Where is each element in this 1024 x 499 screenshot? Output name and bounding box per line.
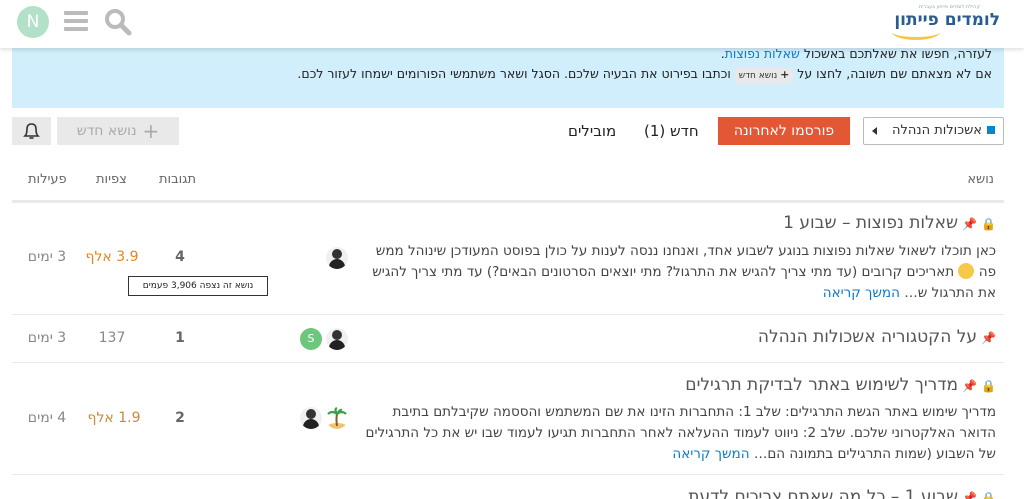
category-color-icon bbox=[987, 126, 995, 134]
banner-text: וכתבו בפירוט את הבעיה שלכם. הסגל ושאר מש… bbox=[297, 66, 735, 81]
topic-excerpt: כאן תוכלו לשאול שאלות נפוצות בנוגע לשבוע… bbox=[356, 241, 996, 304]
reply-count[interactable]: 2 bbox=[172, 410, 188, 426]
poster-avatar[interactable] bbox=[326, 247, 348, 269]
hamburger-menu-icon[interactable] bbox=[64, 11, 88, 31]
activity-age[interactable]: 4 ימים bbox=[26, 410, 68, 426]
banner-text: אם לא מצאתם שם תשובה, לחצו על bbox=[793, 66, 992, 81]
lock-icon: 🔒 bbox=[981, 379, 996, 393]
pin-icon: 📌 bbox=[962, 379, 978, 393]
user-avatar[interactable]: N bbox=[17, 6, 49, 38]
read-more-link[interactable]: המשך קריאה bbox=[672, 446, 749, 462]
topic-list-header: נושא תגובות צפיות פעילות bbox=[0, 168, 1024, 192]
smile-emoji-icon bbox=[958, 263, 975, 279]
plus-icon: + bbox=[142, 119, 160, 143]
logo-swoosh bbox=[892, 24, 940, 40]
topic-title-text: על הקטגוריה אשכולות הנהלה bbox=[757, 327, 978, 347]
topic-title-text: שבוע 1 – כל מה שאתם צריכים לדעת bbox=[688, 487, 959, 499]
category-dropdown[interactable]: אשכולות הנהלה bbox=[863, 117, 1004, 145]
tab-top[interactable]: מובילים bbox=[568, 117, 616, 145]
reply-count[interactable]: 4 bbox=[172, 249, 188, 265]
faq-link[interactable]: שאלות נפוצות bbox=[725, 46, 800, 61]
topic-title[interactable]: 🔒📌שבוע 1 – כל מה שאתם צריכים לדעת bbox=[688, 487, 996, 499]
topic-excerpt: מדריך שימוש באתר הגשת התרגילים: שלב 1: ה… bbox=[356, 402, 996, 465]
poster-avatar[interactable] bbox=[300, 407, 322, 429]
kbd-label: נושא חדש bbox=[738, 71, 778, 81]
new-topic-label: נושא חדש bbox=[76, 123, 137, 139]
posters bbox=[326, 247, 350, 269]
activity-age[interactable]: 3 ימים bbox=[26, 249, 68, 265]
topic-nav: אשכולות הנהלה פורסמו לאחרונה חדש (1) מוב… bbox=[0, 116, 1024, 148]
read-more-link[interactable]: המשך קריאה bbox=[823, 285, 900, 301]
new-topic-button[interactable]: + נושא חדש bbox=[57, 117, 179, 145]
lock-icon: 🔒 bbox=[981, 491, 996, 499]
posters bbox=[300, 407, 350, 429]
poster-avatar[interactable] bbox=[326, 328, 348, 350]
views-tooltip: נושא זה נצפה 3,906 פעמים bbox=[128, 276, 268, 296]
tab-latest[interactable]: פורסמו לאחרונה bbox=[718, 117, 850, 145]
topic-title[interactable]: 📌על הקטגוריה אשכולות הנהלה bbox=[758, 327, 996, 347]
topic-title-text: מדריך לשימוש באתר לבדיקת תרגילים bbox=[685, 375, 959, 395]
col-replies[interactable]: תגובות bbox=[159, 172, 196, 187]
banner-text: לעזרה, חפשו את שאלתכם באשכול bbox=[799, 46, 992, 61]
new-topic-kbd: + נושא חדש bbox=[734, 68, 794, 83]
category-label: אשכולות הנהלה bbox=[892, 123, 982, 138]
view-count: 3.9 אלף bbox=[85, 249, 139, 265]
view-count: 1.9 אלף bbox=[87, 410, 141, 426]
tab-new[interactable]: חדש (1) bbox=[644, 117, 699, 145]
col-topic[interactable]: נושא bbox=[967, 172, 994, 187]
search-icon[interactable] bbox=[104, 8, 132, 36]
topic-title-text: שאלות נפוצות – שבוע 1 bbox=[783, 213, 959, 233]
lock-icon: 🔒 bbox=[981, 217, 996, 231]
table-row[interactable]: 🔒📌שבוע 1 – כל מה שאתם צריכים לדעת bbox=[12, 475, 1004, 499]
notification-button[interactable] bbox=[12, 117, 51, 145]
pin-icon: 📌 bbox=[981, 331, 996, 345]
view-count: 137 bbox=[98, 330, 126, 346]
site-logo[interactable]: קהילת לומדים פייתון בעברית לומדים פייתון bbox=[892, 4, 1000, 40]
topic-title[interactable]: 🔒📌מדריך לשימוש באתר לבדיקת תרגילים bbox=[685, 375, 996, 395]
table-row[interactable]: 📌על הקטגוריה אשכולות הנהלה S 1 137 3 ימי… bbox=[12, 315, 1004, 363]
palm-tree-avatar-icon[interactable] bbox=[326, 407, 348, 429]
topic-title[interactable]: 🔒📌שאלות נפוצות – שבוע 1 bbox=[783, 213, 996, 233]
bell-icon bbox=[23, 123, 40, 139]
plus-icon: + bbox=[780, 68, 790, 81]
posters: S bbox=[300, 328, 350, 350]
pin-icon: 📌 bbox=[962, 217, 978, 231]
help-banner: לעזרה, חפשו את שאלתכם באשכול שאלות נפוצו… bbox=[12, 40, 1004, 108]
table-row[interactable]: 🔒📌שאלות נפוצות – שבוע 1 כאן תוכלו לשאול … bbox=[12, 203, 1004, 315]
banner-line-2: אם לא מצאתם שם תשובה, לחצו על + נושא חדש… bbox=[24, 64, 992, 84]
excerpt-text: תאריכים קרובים (עד מתי צריך להגיש את התר… bbox=[372, 264, 996, 301]
col-activity[interactable]: פעילות bbox=[28, 172, 67, 187]
col-views[interactable]: צפיות bbox=[96, 172, 127, 187]
activity-age[interactable]: 3 ימים bbox=[26, 330, 68, 346]
pin-icon: 📌 bbox=[962, 491, 978, 499]
caret-left-icon bbox=[872, 127, 877, 135]
poster-avatar[interactable]: S bbox=[300, 328, 322, 350]
reply-count[interactable]: 1 bbox=[172, 330, 188, 346]
table-row[interactable]: 🔒📌מדריך לשימוש באתר לבדיקת תרגילים מדריך… bbox=[12, 363, 1004, 475]
top-header: N קהילת לומדים פייתון בעברית לומדים פיית… bbox=[0, 0, 1024, 48]
